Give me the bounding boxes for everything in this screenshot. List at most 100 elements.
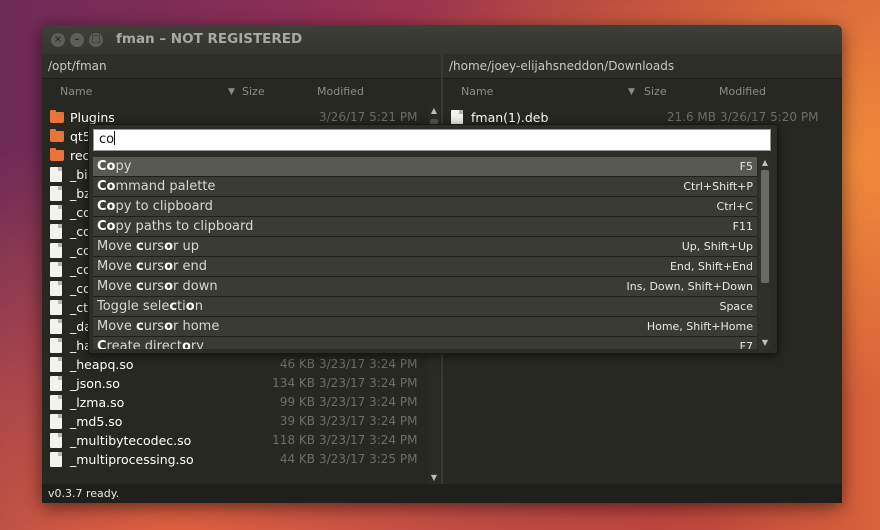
label-part: urs: [143, 319, 165, 334]
command-label: Copy paths to clipboard: [97, 219, 253, 234]
label-part: ti: [177, 299, 186, 314]
file-name: _heapq.so: [70, 357, 134, 372]
label-part: urs: [143, 279, 165, 294]
name-column-header[interactable]: Name: [60, 79, 92, 105]
command-item[interactable]: Copy to clipboard Ctrl+C: [93, 197, 757, 217]
minimize-icon[interactable]: –: [70, 33, 84, 47]
file-modified: 3/23/17 3:24 PM: [319, 357, 418, 371]
file-icon: [50, 281, 62, 296]
command-label: Move cursor home: [97, 319, 219, 334]
file-icon: [50, 433, 62, 448]
file-icon: [50, 357, 62, 372]
command-item[interactable]: Toggle selection Space: [93, 297, 757, 317]
size-column-header[interactable]: Size: [242, 79, 265, 105]
match-highlight: c: [136, 279, 144, 294]
file-icon: [50, 262, 62, 277]
command-label: Move cursor end: [97, 259, 207, 274]
file-row[interactable]: _lzma.so 99 KB 3/23/17 3:24 PM: [42, 393, 427, 412]
command-shortcut: Up, Shift+Up: [681, 240, 753, 253]
file-modified: 3/23/17 3:24 PM: [319, 414, 418, 428]
command-shortcut: F7: [739, 340, 753, 349]
name-column-header[interactable]: Name: [461, 79, 493, 105]
command-shortcut: End, Shift+End: [669, 260, 753, 273]
command-item[interactable]: Move cursor down Ins, Down, Shift+Down: [93, 277, 757, 297]
close-icon[interactable]: ×: [51, 33, 65, 47]
file-icon: [50, 186, 62, 201]
maximize-icon[interactable]: □: [89, 33, 103, 47]
file-size: 39 KB: [279, 414, 315, 428]
match-highlight: Co: [97, 219, 116, 234]
file-row[interactable]: _multibytecodec.so 118 KB 3/23/17 3:24 PM: [42, 431, 427, 450]
command-item[interactable]: Move cursor up Up, Shift+Up: [93, 237, 757, 257]
command-shortcut: F11: [732, 220, 753, 233]
command-search-input[interactable]: co: [93, 129, 771, 151]
command-item[interactable]: Copy paths to clipboard F11: [93, 217, 757, 237]
label-part: n: [194, 299, 203, 314]
command-label: Copy: [97, 159, 131, 174]
modified-column-header[interactable]: Modified: [719, 79, 766, 105]
command-shortcut: Home, Shift+Home: [646, 320, 753, 333]
text-caret: [114, 131, 116, 145]
file-icon: [50, 395, 62, 410]
command-list: Copy F5 Command palette Ctrl+Shift+P Copy to…: [93, 157, 757, 349]
sort-desc-icon: ▼: [628, 87, 635, 97]
right-path[interactable]: /home/joey-elijahsneddon/Downloads: [443, 54, 842, 79]
match-highlight: c: [136, 259, 144, 274]
file-name: _multibytecodec.so: [70, 433, 192, 448]
label-part: ry: [190, 339, 204, 349]
match-highlight: c: [169, 299, 178, 314]
file-icon: [50, 338, 62, 353]
command-palette: co Copy F5 Command palette Ctrl+Shift+P Copy…: [88, 124, 778, 354]
command-shortcut: F5: [739, 160, 753, 173]
label-part: py to clipboard: [115, 199, 213, 214]
match-highlight: Co: [97, 159, 116, 174]
file-icon: [50, 243, 62, 258]
label-part: r up: [173, 239, 199, 254]
scroll-up-icon[interactable]: ▲: [428, 105, 440, 117]
command-item[interactable]: Move cursor home Home, Shift+Home: [93, 317, 757, 337]
folder-icon: [50, 129, 64, 142]
file-name: _md5.so: [70, 414, 123, 429]
label-part: py paths to clipboard: [115, 219, 254, 234]
size-column-header[interactable]: Size: [644, 79, 667, 105]
scroll-up-icon[interactable]: ▲: [759, 157, 771, 169]
label-part: Toggle sele: [97, 299, 170, 314]
label-part: r down: [173, 279, 218, 294]
folder-icon: [50, 148, 64, 161]
file-icon: [451, 110, 463, 125]
file-icon: [50, 319, 62, 334]
command-item[interactable]: Create directory F7: [93, 337, 757, 349]
left-column-headers: Name ▼ Size Modified: [42, 79, 441, 105]
file-row[interactable]: _heapq.so 46 KB 3/23/17 3:24 PM: [42, 355, 427, 374]
scroll-down-icon[interactable]: ▼: [759, 337, 771, 349]
file-name: _lzma.so: [70, 395, 125, 410]
file-row[interactable]: _json.so 134 KB 3/23/17 3:24 PM: [42, 374, 427, 393]
modified-column-header[interactable]: Modified: [317, 79, 364, 105]
label-part: Move: [97, 259, 136, 274]
file-name: _bi: [70, 167, 88, 182]
file-modified: 3/23/17 3:24 PM: [319, 433, 418, 447]
status-bar: v0.3.7 ready.: [42, 484, 842, 503]
command-list-scrollbar[interactable]: ▲ ▼: [759, 157, 771, 349]
query-text: co: [99, 132, 115, 147]
file-icon: [50, 452, 62, 467]
command-item[interactable]: Copy F5: [93, 157, 757, 177]
match-highlight: C: [97, 339, 107, 349]
command-label: Move cursor down: [97, 279, 218, 294]
file-icon: [50, 376, 62, 391]
file-row[interactable]: _multiprocessing.so 44 KB 3/23/17 3:25 PM: [42, 450, 427, 469]
command-shortcut: Ins, Down, Shift+Down: [626, 280, 754, 293]
match-highlight: o: [164, 319, 174, 334]
file-size: 44 KB: [279, 452, 315, 466]
scroll-thumb[interactable]: [761, 170, 769, 283]
left-path[interactable]: /opt/fman: [42, 54, 441, 79]
file-name: rec: [70, 148, 90, 163]
file-icon: [50, 414, 62, 429]
match-highlight: o: [164, 259, 174, 274]
command-item[interactable]: Command palette Ctrl+Shift+P: [93, 177, 757, 197]
folder-icon: [50, 110, 64, 123]
scroll-down-icon[interactable]: ▼: [428, 472, 440, 484]
file-size: 99 KB: [279, 395, 315, 409]
command-item[interactable]: Move cursor end End, Shift+End: [93, 257, 757, 277]
file-row[interactable]: _md5.so 39 KB 3/23/17 3:24 PM: [42, 412, 427, 431]
